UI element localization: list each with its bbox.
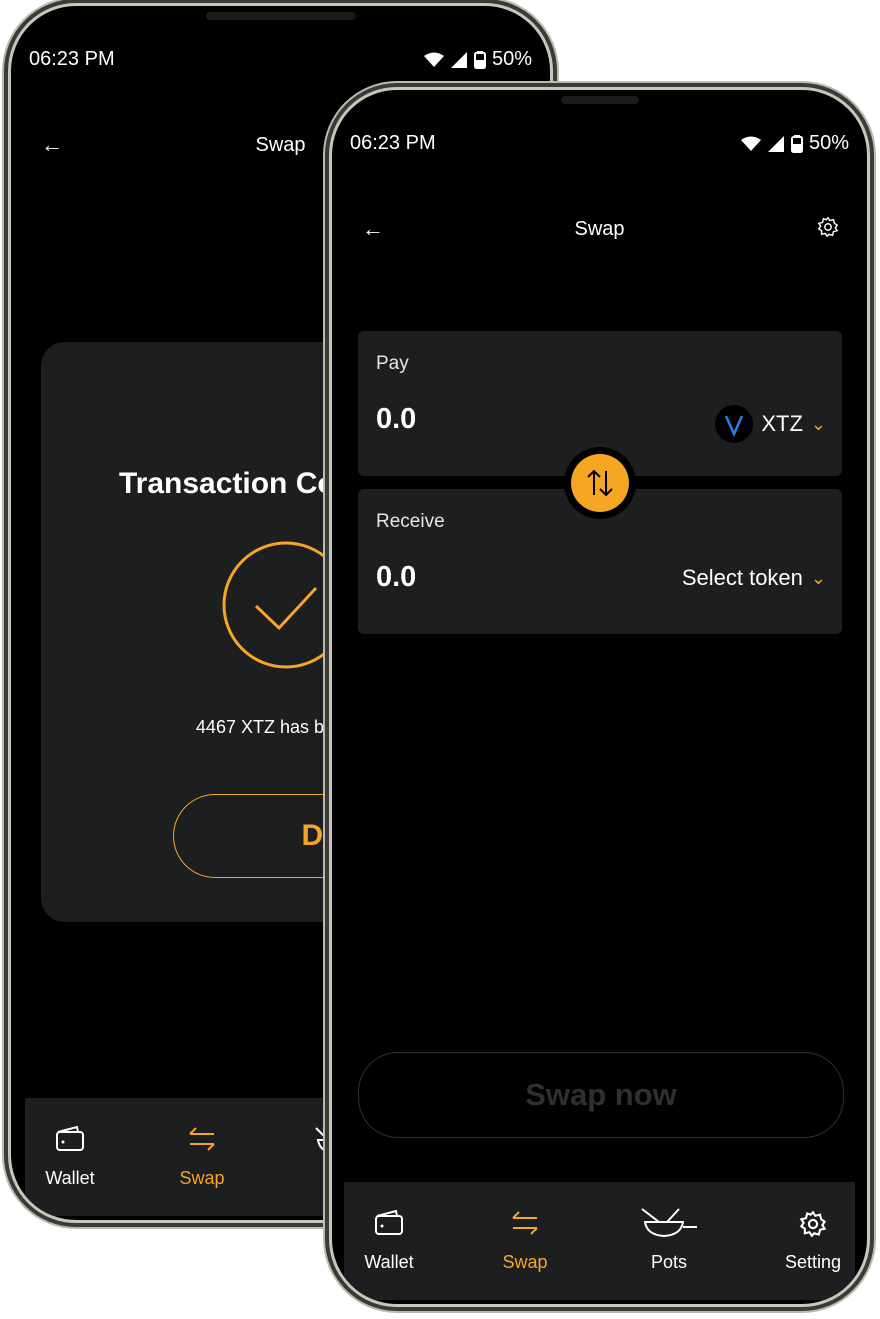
pots-icon bbox=[641, 1208, 697, 1238]
receive-token-selector[interactable]: Select token ⌄ bbox=[682, 565, 826, 591]
tezos-icon bbox=[715, 405, 754, 443]
nav-wallet[interactable]: Wallet bbox=[344, 1182, 434, 1300]
chevron-down-icon: ⌄ bbox=[810, 413, 826, 434]
pay-amount-input[interactable]: 0.0 bbox=[376, 403, 416, 436]
nav-swap-label: Swap bbox=[502, 1252, 548, 1272]
dialog-title: Transaction Co bbox=[119, 467, 336, 500]
speaker-notch bbox=[205, 12, 356, 20]
pay-token-label: XTZ bbox=[761, 411, 803, 436]
front-phone: 06:23 PM 50% ← Swap Pay 0.0 XTZ ⌄ Receiv… bbox=[329, 87, 870, 1307]
receive-token-label: Select token bbox=[681, 565, 803, 590]
nav-pots-label: Pots bbox=[650, 1252, 688, 1272]
pay-label: Pay bbox=[376, 353, 409, 374]
swap-direction-button[interactable] bbox=[564, 447, 636, 519]
battery-icon bbox=[473, 50, 486, 69]
swap-arrows-icon bbox=[587, 469, 613, 497]
swap-arrows-icon bbox=[189, 1127, 215, 1151]
nav-setting[interactable]: Setting bbox=[768, 1182, 858, 1300]
chevron-down-icon: ⌄ bbox=[810, 567, 826, 588]
nav-swap[interactable]: Swap bbox=[157, 1098, 247, 1216]
gear-icon bbox=[799, 1210, 827, 1238]
nav-wallet-label: Wallet bbox=[364, 1252, 414, 1272]
battery-percent: 50% bbox=[808, 132, 849, 154]
wallet-icon bbox=[375, 1210, 403, 1235]
bottom-nav: Wallet Swap Pots Setting bbox=[344, 1182, 855, 1300]
status-time: 06:23 PM bbox=[29, 48, 115, 70]
status-icons: 50% bbox=[423, 48, 532, 71]
status-icons: 50% bbox=[740, 132, 849, 155]
status-bar: 06:23 PM 50% bbox=[25, 48, 536, 74]
battery-icon bbox=[790, 134, 803, 153]
receive-amount-input[interactable]: 0.0 bbox=[376, 561, 416, 594]
swap-arrows-icon bbox=[512, 1211, 538, 1235]
nav-pots[interactable]: Pots bbox=[624, 1182, 714, 1300]
nav-swap-label: Swap bbox=[179, 1168, 225, 1188]
nav-swap[interactable]: Swap bbox=[480, 1182, 570, 1300]
wifi-icon bbox=[423, 52, 444, 67]
nav-setting-label: Setting bbox=[784, 1252, 842, 1272]
wifi-icon bbox=[740, 136, 761, 151]
status-bar: 06:23 PM 50% bbox=[346, 132, 853, 158]
swap-direction-inner bbox=[571, 454, 629, 512]
nav-wallet[interactable]: Wallet bbox=[25, 1098, 115, 1216]
swap-now-button[interactable]: Swap now bbox=[358, 1052, 844, 1138]
receive-label: Receive bbox=[376, 511, 445, 532]
speaker-notch bbox=[560, 96, 639, 104]
page-title: Swap bbox=[574, 218, 625, 240]
pay-token-selector[interactable]: XTZ ⌄ bbox=[715, 405, 826, 443]
signal-icon bbox=[450, 51, 467, 68]
wallet-icon bbox=[56, 1126, 84, 1151]
gear-icon[interactable] bbox=[817, 216, 839, 238]
app-bar: ← Swap bbox=[332, 210, 867, 250]
battery-percent: 50% bbox=[491, 48, 532, 70]
signal-icon bbox=[767, 135, 784, 152]
status-time: 06:23 PM bbox=[350, 132, 436, 154]
nav-wallet-label: Wallet bbox=[45, 1168, 95, 1188]
